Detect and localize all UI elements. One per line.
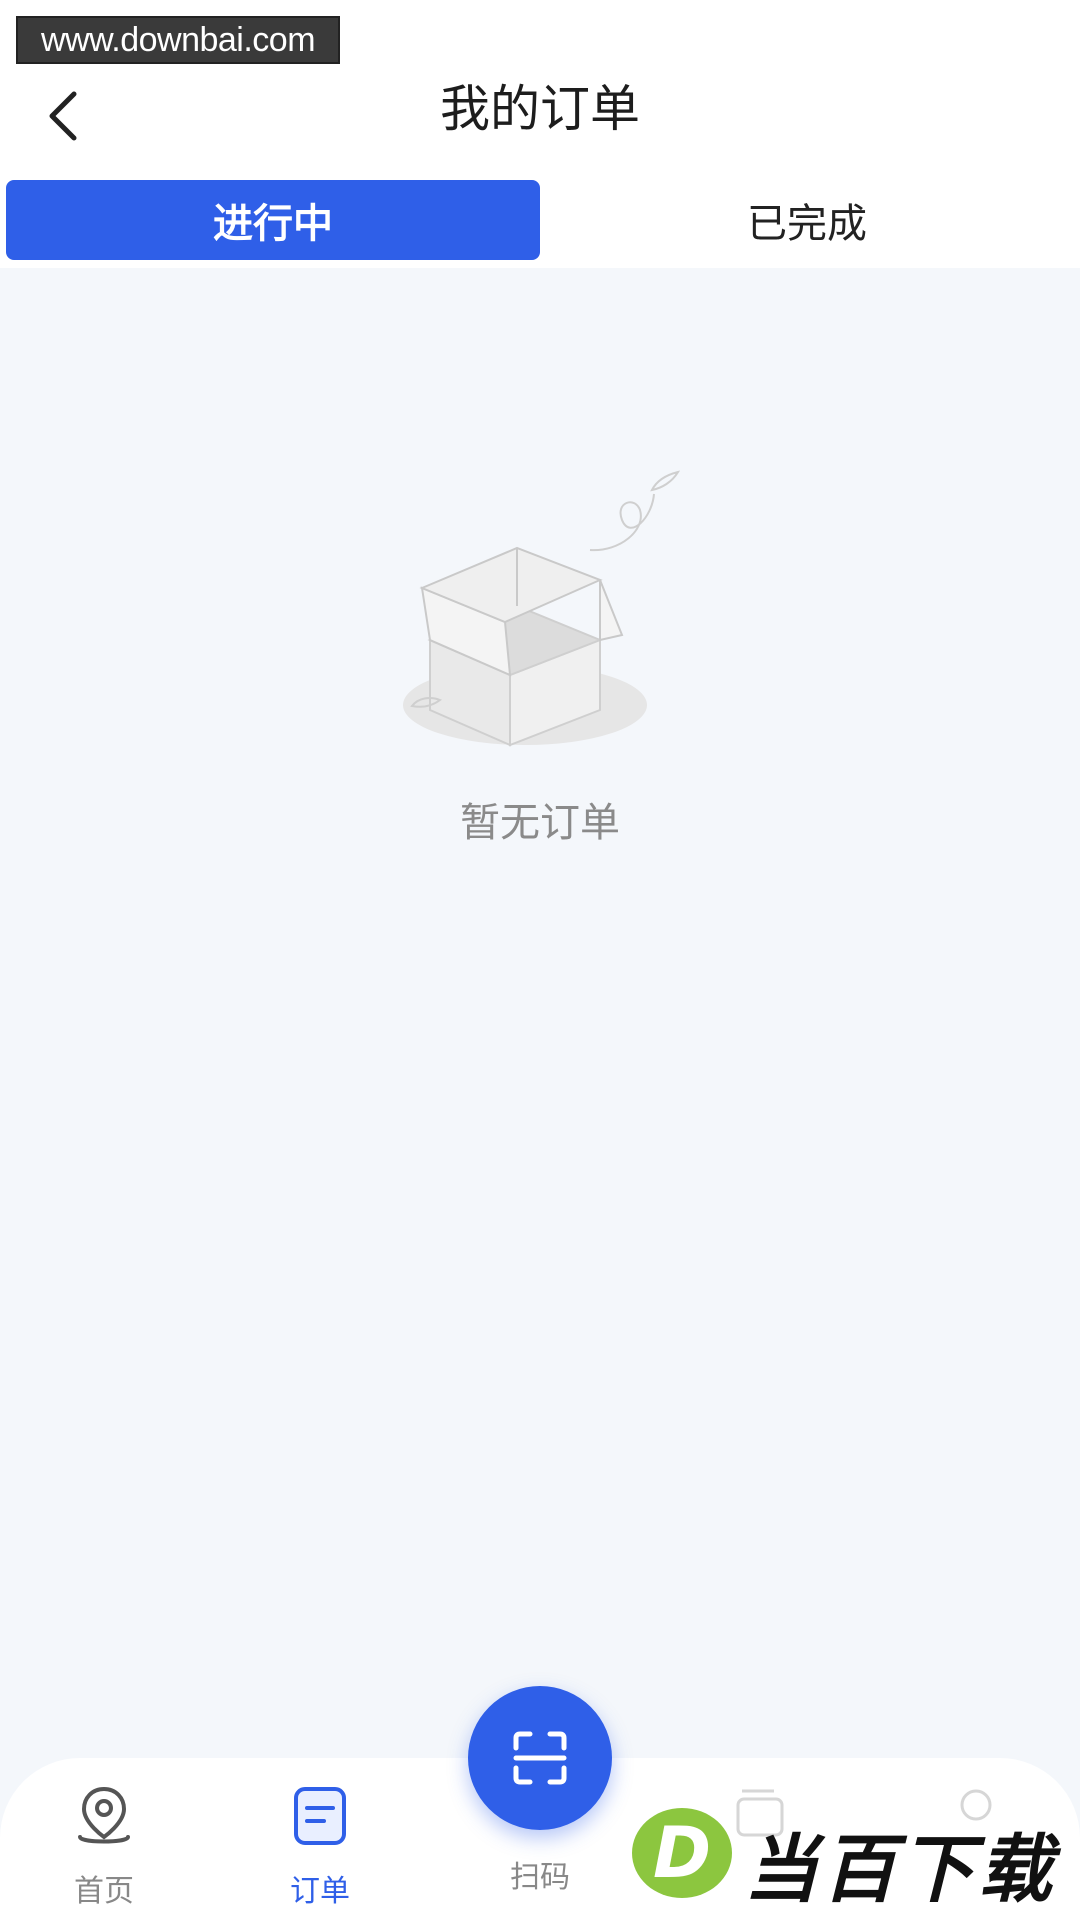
tab-in-progress[interactable]: 进行中	[6, 180, 540, 260]
back-button[interactable]	[26, 80, 98, 152]
tabbar-label-scan: 扫码	[510, 1860, 570, 1895]
order-tabs: 进行中 已完成	[0, 180, 1080, 260]
scan-icon	[513, 1731, 567, 1785]
scan-button[interactable]	[468, 1686, 612, 1830]
empty-state-text: 暂无订单	[460, 800, 620, 846]
tabbar-item-orders[interactable]: 订单	[220, 1758, 420, 1920]
downbai-logo-watermark: D 当百下载	[632, 1804, 1062, 1913]
location-pin-icon	[78, 1786, 130, 1844]
logo-letter: D	[632, 1808, 732, 1898]
order-list-icon	[294, 1787, 346, 1845]
page-title: 我的订单	[440, 80, 640, 138]
tabbar-label-home: 首页	[74, 1874, 134, 1909]
tabbar-label-orders: 订单	[290, 1874, 350, 1909]
logo-text: 当百下载	[744, 1827, 1056, 1913]
chevron-left-icon	[49, 91, 77, 141]
empty-box-icon	[403, 470, 681, 747]
site-watermark: www.downbai.com	[16, 16, 340, 64]
tabbar-item-home[interactable]: 首页	[4, 1758, 204, 1920]
tab-completed[interactable]: 已完成	[540, 180, 1074, 260]
